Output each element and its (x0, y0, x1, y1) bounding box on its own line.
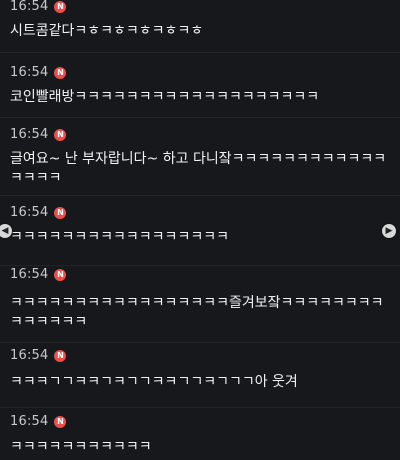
comment-item: 16:54 N ㅋㅋㅋㅋㅋㅋㅋㅋㅋㅋㅋㅋㅋㅋㅋㅋㅋ즐겨보잨ㅋㅋㅋㅋㅋㅋㅋㅋㅋㅋㅋ… (0, 265, 400, 343)
new-badge-icon: N (54, 268, 67, 281)
comment-time: 16:54 (10, 205, 49, 220)
new-badge-icon: N (54, 206, 67, 219)
comment-text: 코인빨래방ㅋㅋㅋㅋㅋㅋㅋㅋㅋㅋㅋㅋㅋㅋㅋㅋㅋㅋㅋ (10, 89, 320, 105)
comment-item: 16:54 N 코인빨래방ㅋㅋㅋㅋㅋㅋㅋㅋㅋㅋㅋㅋㅋㅋㅋㅋㅋㅋㅋ (0, 52, 400, 118)
comment-meta: 16:54 N (10, 348, 67, 363)
comment-meta: 16:54 N (10, 205, 67, 220)
comment-meta: 16:54 N (10, 127, 67, 142)
comment-time: 16:54 (10, 65, 49, 80)
comment-text: ㅋㅋㅋㅋㅋㅋㅋㅋㅋㅋㅋㅋㅋㅋㅋㅋㅋ (10, 229, 229, 245)
comment-text: ㅋㅋㅋㅋㅋㅋㅋㅋㅋㅋㅋㅋㅋㅋㅋㅋㅋ즐겨보잨ㅋㅋㅋㅋㅋㅋㅋㅋㅋㅋㅋㅋㅋㅋ (10, 295, 384, 330)
comment-meta: 16:54 N (10, 0, 67, 14)
comment-item: 16:54 N ㅋㅋㅋㅋㅋㅋㅋㅋㅋㅋㅋ (0, 407, 400, 460)
new-badge-icon: N (54, 66, 67, 79)
comment-item: 16:54 N 글여요~ 난 부자랍니다~ 하고 다니잨ㅋㅋㅋㅋㅋㅋㅋㅋㅋㅋㅋㅋ… (0, 117, 400, 196)
new-badge-icon: N (54, 415, 67, 428)
comment-meta: 16:54 N (10, 65, 67, 80)
comment-text: ㅋㅋㅋㄱㄱㅋㅋㄱㅋㄱㄱㅋㅋㄱㄱㅋㄱㄱㄱ아 웃겨 (10, 374, 298, 390)
comment-time: 16:54 (10, 0, 49, 14)
comment-time: 16:54 (10, 127, 49, 142)
comment-meta: 16:54 N (10, 414, 67, 429)
comment-text: ㅋㅋㅋㅋㅋㅋㅋㅋㅋㅋㅋ (10, 439, 152, 455)
new-badge-icon: N (54, 128, 67, 141)
comment-list: 16:54 N 시트콤같다ㅋㅎㅋㅎㅋㅎㅋㅎㅋㅎ 16:54 N 코인빨래방ㅋㅋㅋ… (0, 0, 400, 460)
comment-text: 시트콤같다ㅋㅎㅋㅎㅋㅎㅋㅎㅋㅎ (10, 23, 204, 39)
comment-item: 16:54 N ㅋㅋㅋㄱㄱㅋㅋㄱㅋㄱㄱㅋㅋㄱㄱㅋㄱㄱㄱ아 웃겨 (0, 342, 400, 408)
chevron-right-icon[interactable]: ▶ (382, 224, 396, 238)
comment-time: 16:54 (10, 267, 49, 282)
comment-time: 16:54 (10, 414, 49, 429)
comment-text: 글여요~ 난 부자랍니다~ 하고 다니잨ㅋㅋㅋㅋㅋㅋㅋㅋㅋㅋㅋㅋㅋㅋㅋㅋ (10, 151, 387, 186)
comment-item: 16:54 N 시트콤같다ㅋㅎㅋㅎㅋㅎㅋㅎㅋㅎ (0, 0, 400, 53)
comment-meta: 16:54 N (10, 267, 67, 282)
new-badge-icon: N (54, 349, 67, 362)
new-badge-icon: N (54, 0, 67, 13)
comment-time: 16:54 (10, 348, 49, 363)
comment-item: 16:54 N ㅋㅋㅋㅋㅋㅋㅋㅋㅋㅋㅋㅋㅋㅋㅋㅋㅋ (0, 195, 400, 266)
